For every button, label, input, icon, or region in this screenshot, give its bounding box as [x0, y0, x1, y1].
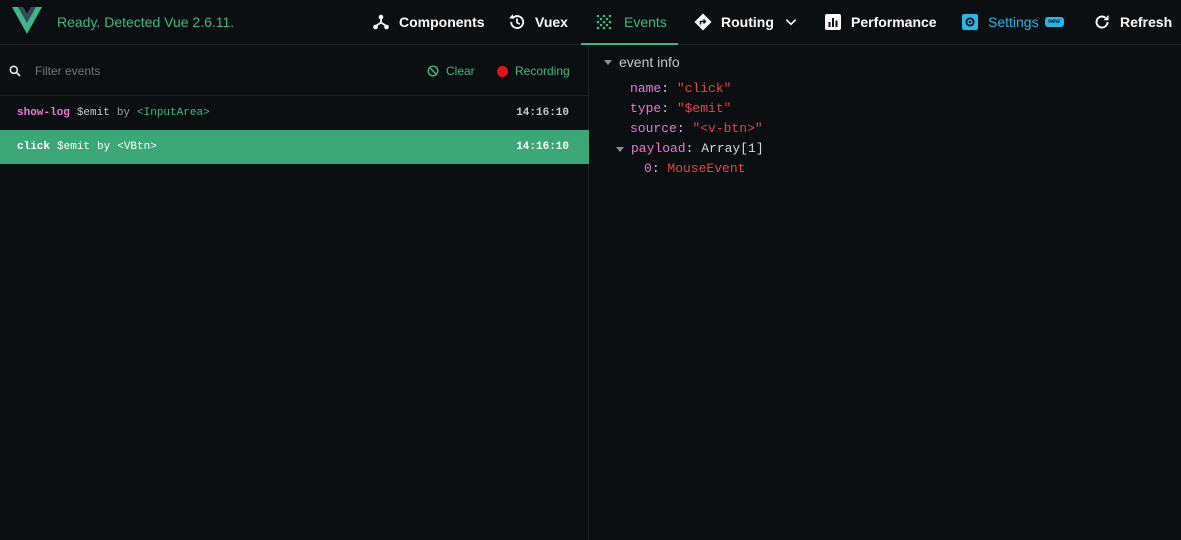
events-icon	[596, 14, 612, 30]
event-row-selected[interactable]: click $emit by <VBtn> 14:16:10	[0, 130, 589, 164]
tab-vuex[interactable]: Vuex	[508, 0, 568, 44]
event-name: show-log	[17, 107, 70, 119]
event-by: by	[97, 141, 111, 153]
tab-vuex-label: Vuex	[535, 14, 568, 30]
search-icon	[9, 65, 21, 77]
expand-caret-icon	[616, 147, 624, 152]
tab-routing-label: Routing	[721, 14, 774, 30]
event-info-section-toggle[interactable]: event info	[604, 54, 680, 70]
settings-icon	[962, 14, 978, 30]
event-type: $emit	[57, 141, 91, 153]
prop-value: "click"	[676, 81, 732, 96]
event-name: click	[17, 141, 51, 153]
vue-logo-icon	[12, 7, 42, 34]
clear-button[interactable]: Clear	[427, 63, 475, 79]
prop-value: "$emit"	[676, 101, 732, 116]
refresh-icon	[1095, 15, 1109, 29]
prop-key: name	[630, 81, 662, 96]
prop-source: source: "<v-btn>"	[630, 121, 763, 136]
refresh-label: Refresh	[1120, 14, 1173, 30]
prop-key: type	[630, 101, 662, 116]
event-details-pane: event info name: "click" type: "$emit" s…	[590, 46, 1181, 540]
prop-value: "<v-btn>"	[692, 121, 763, 136]
top-toolbar: Ready. Detected Vue 2.6.11. Components V…	[0, 0, 1181, 45]
history-icon	[509, 14, 525, 29]
event-component: <VBtn>	[117, 141, 157, 153]
collapse-caret-icon	[604, 59, 612, 65]
tab-events[interactable]: Events	[581, 0, 678, 45]
tab-performance-label: Performance	[851, 14, 937, 30]
event-time: 14:16:10	[516, 107, 569, 119]
status-text: Ready. Detected Vue 2.6.11.	[57, 14, 235, 30]
refresh-button[interactable]: Refresh	[1093, 0, 1172, 44]
event-component: <InputArea>	[137, 107, 210, 119]
prop-key: payload	[631, 141, 686, 156]
prop-key: source	[630, 121, 677, 136]
performance-icon	[825, 14, 841, 30]
event-row[interactable]: show-log $emit by <InputArea> 14:16:10	[0, 96, 589, 130]
event-info-title: event info	[619, 54, 680, 70]
prop-key: 0	[644, 161, 652, 176]
components-icon	[373, 14, 389, 30]
clear-label: Clear	[446, 64, 475, 78]
prop-value: Array[1]	[701, 141, 764, 156]
event-type: $emit	[76, 107, 110, 119]
event-by: by	[116, 107, 131, 119]
event-time: 14:16:10	[516, 141, 569, 153]
new-badge: new	[1044, 17, 1064, 27]
tab-routing[interactable]: Routing	[694, 0, 798, 44]
tab-events-label: Events	[624, 14, 667, 30]
prop-payload-item: 0: MouseEvent	[644, 161, 746, 176]
prop-payload[interactable]: payload: Array[1]	[616, 141, 764, 156]
tab-components[interactable]: Components	[372, 0, 485, 44]
prop-type: type: "$emit"	[630, 101, 732, 116]
recording-toggle[interactable]: Recording	[497, 63, 570, 79]
recording-label: Recording	[515, 64, 570, 78]
tab-components-label: Components	[399, 14, 485, 30]
events-list-pane: Clear Recording show-log $emit by <Input…	[0, 46, 589, 540]
block-icon	[427, 65, 439, 77]
prop-value: MouseEvent	[667, 161, 746, 176]
tab-settings-label: Settings	[988, 14, 1039, 30]
tab-performance[interactable]: Performance	[824, 0, 937, 44]
chevron-down-icon	[785, 19, 797, 26]
events-toolbar: Clear Recording	[0, 46, 588, 96]
record-dot-icon	[497, 65, 508, 77]
prop-name: name: "click"	[630, 81, 732, 96]
routing-icon	[694, 13, 712, 31]
filter-events-input[interactable]	[28, 60, 388, 82]
tab-settings[interactable]: Settings new	[961, 0, 1064, 44]
